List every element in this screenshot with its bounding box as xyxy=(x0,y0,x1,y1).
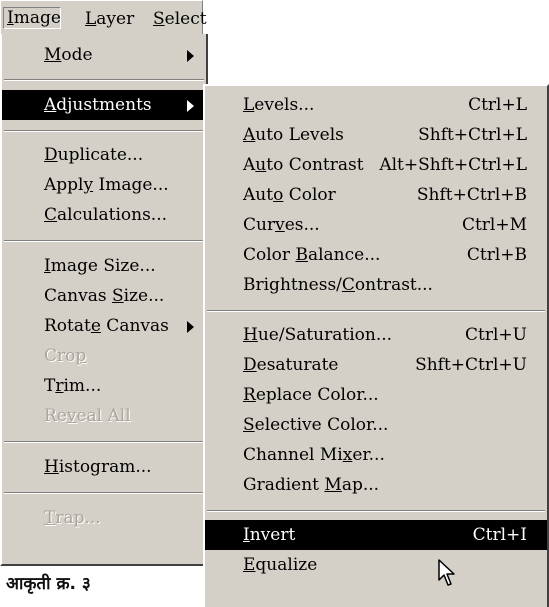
menu-separator xyxy=(4,240,204,242)
menu-item-channel-mixer[interactable]: Channel Mixer... xyxy=(205,440,547,470)
menu-select[interactable]: Select xyxy=(153,8,207,30)
shortcut-label: Ctrl+B xyxy=(466,245,527,265)
menu-item-apply-image[interactable]: Apply Image... xyxy=(2,170,206,200)
menu-item-invert[interactable]: Invert Ctrl+I xyxy=(205,520,547,550)
shortcut-label: Ctrl+L xyxy=(468,95,527,115)
menu-separator xyxy=(4,79,204,81)
mouse-pointer-icon xyxy=(438,559,455,586)
menu-image[interactable]: Image xyxy=(3,7,61,29)
menu-item-equalize[interactable]: Equalize xyxy=(205,550,547,580)
menu-separator xyxy=(207,510,545,512)
shortcut-label: Ctrl+U xyxy=(465,325,527,345)
menu-item-crop: Crop xyxy=(44,346,87,366)
menu-item-auto-color[interactable]: Auto Color Shft+Ctrl+B xyxy=(205,180,547,210)
menu-item-duplicate[interactable]: Duplicate... xyxy=(2,140,206,170)
shortcut-label: Alt+Shft+Ctrl+L xyxy=(379,155,527,175)
menu-separator xyxy=(207,310,545,312)
shortcut-label: Shft+Ctrl+L xyxy=(418,125,527,145)
menu-item-adjustments[interactable]: Adjustments xyxy=(2,90,206,120)
menu-item-curves[interactable]: Curves... Ctrl+M xyxy=(205,210,547,240)
menu-item-color-balance[interactable]: Color Balance... Ctrl+B xyxy=(205,240,547,270)
menu-item-replace-color[interactable]: Replace Color... xyxy=(205,380,547,410)
menu-item-brightness-contrast[interactable]: Brightness/Contrast... xyxy=(205,270,547,300)
menu-separator xyxy=(4,441,204,443)
menu-item-auto-contrast[interactable]: Auto Contrast Alt+Shft+Ctrl+L xyxy=(205,150,547,180)
menu-item-auto-levels[interactable]: Auto Levels Shft+Ctrl+L xyxy=(205,120,547,150)
menu-item-hue-saturation[interactable]: Hue/Saturation... Ctrl+U xyxy=(205,320,547,350)
submenu-arrow-icon xyxy=(187,50,194,62)
menu-item-reveal-all: Reveal All xyxy=(44,406,131,426)
menu-item-trim[interactable]: Trim... xyxy=(2,371,206,401)
menu-item-selective-color[interactable]: Selective Color... xyxy=(205,410,547,440)
image-menu: Mode Adjustments Duplicate... Apply Imag… xyxy=(0,34,208,566)
menu-item-calculations[interactable]: Calculations... xyxy=(2,200,206,230)
menu-separator xyxy=(4,492,204,494)
menu-item-image-size[interactable]: Image Size... xyxy=(2,251,206,281)
submenu-arrow-icon xyxy=(187,321,194,333)
figure-caption: आकृती क्र. ३ xyxy=(6,574,91,594)
shortcut-label: Ctrl+I xyxy=(472,525,527,545)
menu-item-mode[interactable]: Mode xyxy=(2,40,206,70)
menu-item-rotate-canvas[interactable]: Rotate Canvas xyxy=(2,311,206,341)
menu-item-canvas-size[interactable]: Canvas Size... xyxy=(2,281,206,311)
shortcut-label: Ctrl+M xyxy=(461,215,527,235)
menu-item-levels[interactable]: Levels... Ctrl+L xyxy=(205,90,547,120)
menu-bar: Image Layer Select xyxy=(0,0,207,34)
menu-item-desaturate[interactable]: Desaturate Shft+Ctrl+U xyxy=(205,350,547,380)
menu-item-trap: Trap... xyxy=(44,508,101,528)
shortcut-label: Shft+Ctrl+B xyxy=(416,185,527,205)
adjustments-submenu: Levels... Ctrl+L Auto Levels Shft+Ctrl+L… xyxy=(203,84,549,607)
menu-item-gradient-map[interactable]: Gradient Map... xyxy=(205,470,547,500)
menu-item-histogram[interactable]: Histogram... xyxy=(2,452,206,482)
shortcut-label: Shft+Ctrl+U xyxy=(415,355,527,375)
menu-layer[interactable]: Layer xyxy=(85,8,134,30)
submenu-arrow-icon xyxy=(187,100,194,112)
menu-separator xyxy=(4,130,204,132)
